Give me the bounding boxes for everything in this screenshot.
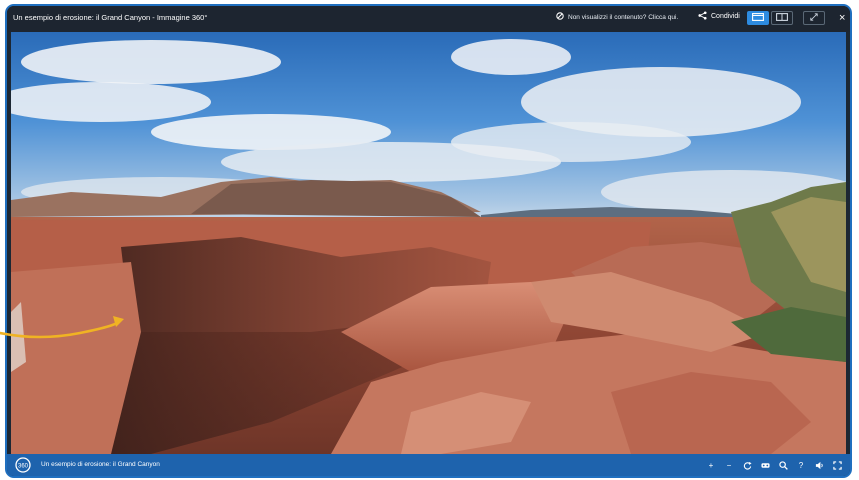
block-icon — [556, 12, 564, 22]
share-icon — [698, 11, 707, 22]
single-view-button[interactable] — [747, 11, 769, 25]
viewer-top-bar: Un esempio di erosione: il Grand Canyon … — [7, 6, 850, 32]
vr-headset-icon[interactable] — [758, 458, 772, 472]
viewer-window: Un esempio di erosione: il Grand Canyon … — [5, 4, 852, 478]
bottom-caption: Un esempio di erosione: il Grand Canyon — [41, 461, 160, 468]
viewer-title: Un esempio di erosione: il Grand Canyon … — [13, 13, 208, 22]
zoom-in-icon[interactable]: + — [704, 458, 718, 472]
zoom-out-icon[interactable]: − — [722, 458, 736, 472]
sound-icon[interactable] — [812, 458, 826, 472]
share-label: Condividi — [711, 13, 740, 20]
search-icon[interactable] — [776, 458, 790, 472]
split-view-button[interactable] — [771, 11, 793, 25]
help-icon[interactable]: ? — [794, 458, 808, 472]
notice-label: Non visualizzi il contenuto? Clicca qui. — [568, 13, 679, 21]
svg-text:360: 360 — [18, 464, 29, 470]
rotate-icon[interactable] — [740, 458, 754, 472]
content-not-visible-link[interactable]: Non visualizzi il contenuto? Clicca qui. — [556, 12, 678, 22]
single-view-icon — [752, 13, 764, 23]
fullscreen-icon[interactable] — [830, 458, 844, 472]
resize-button[interactable] — [803, 11, 825, 25]
viewer-controls: + − ? — [704, 458, 844, 472]
split-view-icon — [776, 13, 788, 23]
viewer-bottom-bar: 360 Un esempio di erosione: il Grand Can… — [7, 454, 850, 476]
panorama-image[interactable] — [11, 32, 846, 454]
resize-icon — [810, 13, 818, 23]
share-button[interactable]: Condividi — [698, 11, 740, 22]
close-icon[interactable]: × — [839, 11, 845, 25]
logo-360-icon: 360 — [13, 456, 33, 474]
